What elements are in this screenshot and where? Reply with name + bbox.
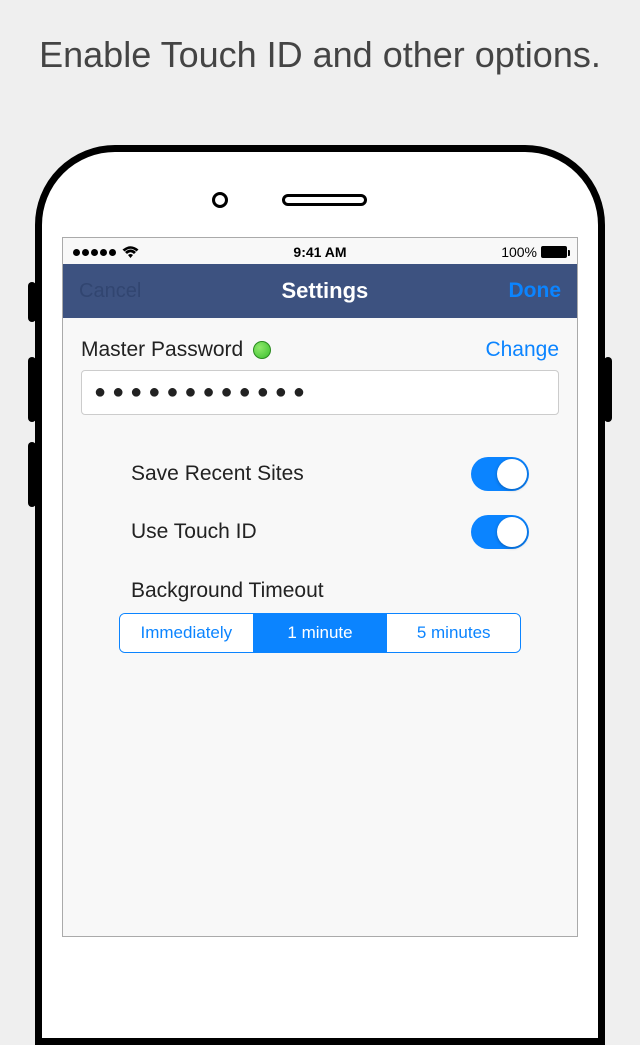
phone-side-button xyxy=(28,282,36,322)
signal-dots-icon xyxy=(73,249,116,256)
done-button[interactable]: Done xyxy=(509,279,562,303)
use-touch-id-label: Use Touch ID xyxy=(131,520,257,544)
background-timeout-label: Background Timeout xyxy=(81,561,559,613)
battery-percent: 100% xyxy=(501,244,537,260)
save-recent-sites-label: Save Recent Sites xyxy=(131,462,304,486)
phone-camera xyxy=(212,192,228,208)
wifi-icon xyxy=(122,246,139,259)
settings-content: Master Password Change ●●●●●●●●●●●● Save… xyxy=(63,318,577,673)
phone-speaker xyxy=(282,194,367,206)
status-bar: 9:41 AM 100% xyxy=(63,238,577,264)
timeout-segment-5-minutes[interactable]: 5 minutes xyxy=(386,614,520,652)
phone-side-button xyxy=(604,357,612,422)
timeout-segment-1-minute[interactable]: 1 minute xyxy=(253,614,387,652)
use-touch-id-toggle[interactable] xyxy=(471,515,529,549)
phone-side-button xyxy=(28,442,36,507)
status-left xyxy=(73,246,139,259)
save-recent-sites-row: Save Recent Sites xyxy=(81,445,559,503)
screen: 9:41 AM 100% Cancel Settings Done Master… xyxy=(62,237,578,937)
timeout-segment-immediately[interactable]: Immediately xyxy=(120,614,253,652)
nav-bar: Cancel Settings Done xyxy=(63,264,577,318)
phone-frame: 9:41 AM 100% Cancel Settings Done Master… xyxy=(35,145,605,1045)
master-password-field[interactable]: ●●●●●●●●●●●● xyxy=(81,370,559,415)
use-touch-id-row: Use Touch ID xyxy=(81,503,559,561)
battery-icon xyxy=(541,246,567,258)
phone-side-button xyxy=(28,357,36,422)
master-password-header: Master Password Change xyxy=(81,338,559,362)
promo-caption: Enable Touch ID and other options. xyxy=(0,0,640,96)
cancel-button[interactable]: Cancel xyxy=(79,280,141,303)
page-title: Settings xyxy=(281,278,368,304)
master-password-label: Master Password xyxy=(81,338,243,362)
password-status-indicator-icon xyxy=(253,341,271,359)
save-recent-sites-toggle[interactable] xyxy=(471,457,529,491)
status-right: 100% xyxy=(501,244,567,260)
background-timeout-segmented: Immediately 1 minute 5 minutes xyxy=(119,613,521,653)
status-time: 9:41 AM xyxy=(293,244,346,260)
change-password-button[interactable]: Change xyxy=(485,338,559,362)
